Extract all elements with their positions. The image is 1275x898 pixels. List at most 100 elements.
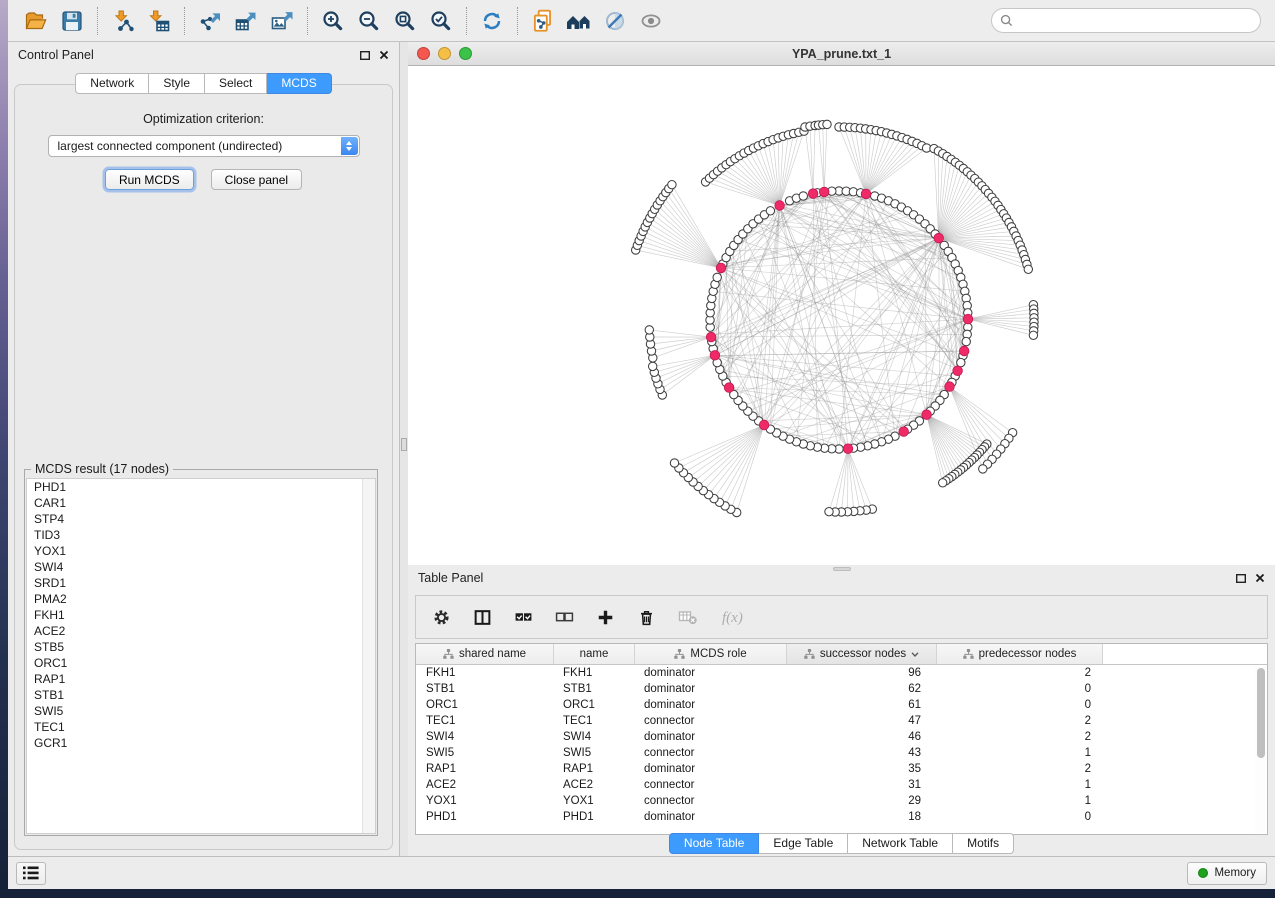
mcds-result-item[interactable]: STB1 — [27, 687, 375, 703]
homes-button[interactable] — [561, 4, 597, 38]
tab-mcds[interactable]: MCDS — [267, 73, 331, 94]
mcds-hub-node[interactable] — [963, 314, 973, 324]
column-header-name[interactable]: name — [554, 644, 635, 664]
table-row[interactable]: SWI5SWI5connector431 — [416, 745, 1267, 761]
function-fx-icon[interactable]: f(x) — [721, 607, 751, 627]
mcds-result-item[interactable]: RAP1 — [27, 671, 375, 687]
mcds-hub-node[interactable] — [710, 351, 720, 361]
network-node[interactable] — [799, 192, 807, 200]
add-icon[interactable] — [596, 608, 615, 627]
tab-node-table[interactable]: Node Table — [669, 833, 760, 854]
network-node[interactable] — [979, 465, 987, 473]
table-row[interactable]: TEC1TEC1connector472 — [416, 713, 1267, 729]
delete-icon[interactable] — [637, 608, 656, 627]
network-node[interactable] — [1024, 265, 1032, 273]
zoom-fit-button[interactable] — [387, 4, 423, 38]
tab-motifs[interactable]: Motifs — [953, 833, 1014, 854]
select-all-icon[interactable] — [514, 608, 533, 627]
task-history-button[interactable] — [16, 862, 46, 885]
show-details-button[interactable] — [633, 4, 669, 38]
network-node[interactable] — [962, 337, 970, 345]
settings-gear-icon[interactable] — [432, 608, 451, 627]
mcds-hub-node[interactable] — [953, 366, 963, 376]
mcds-result-item[interactable]: ACE2 — [27, 623, 375, 639]
network-canvas[interactable] — [408, 66, 1275, 565]
mcds-result-item[interactable]: TEC1 — [27, 719, 375, 735]
close-panel-icon[interactable] — [379, 50, 389, 60]
mcds-hub-node[interactable] — [775, 201, 785, 211]
mcds-result-item[interactable]: SWI4 — [27, 559, 375, 575]
horizontal-splitter-grip[interactable] — [833, 567, 851, 571]
export-network-button[interactable] — [192, 4, 228, 38]
mcds-result-item[interactable]: FKH1 — [27, 607, 375, 623]
tab-edge-table[interactable]: Edge Table — [759, 833, 848, 854]
mcds-result-item[interactable]: PMA2 — [27, 591, 375, 607]
network-node[interactable] — [823, 120, 831, 128]
network-node[interactable] — [670, 459, 678, 467]
zoom-out-button[interactable] — [351, 4, 387, 38]
import-network-button[interactable] — [105, 4, 141, 38]
mcds-hub-node[interactable] — [861, 189, 871, 199]
mcds-result-item[interactable]: TID3 — [27, 527, 375, 543]
columns-icon[interactable] — [473, 608, 492, 627]
export-image-button[interactable] — [264, 4, 300, 38]
import-table-button[interactable] — [141, 4, 177, 38]
memory-button[interactable]: Memory — [1187, 862, 1267, 885]
network-node[interactable] — [957, 358, 965, 366]
zoom-in-button[interactable] — [315, 4, 351, 38]
close-panel-button[interactable]: Close panel — [211, 169, 302, 190]
refresh-button[interactable] — [474, 4, 510, 38]
network-node[interactable] — [766, 207, 774, 215]
table-row[interactable]: ORC1ORC1dominator610 — [416, 697, 1267, 713]
mcds-hub-node[interactable] — [759, 420, 769, 430]
tab-network[interactable]: Network — [75, 73, 149, 94]
column-header-MCDS-role[interactable]: MCDS role — [635, 644, 787, 664]
search-input[interactable] — [1018, 14, 1260, 28]
table-scrollbar[interactable] — [1255, 666, 1266, 833]
mcds-result-item[interactable]: ORC1 — [27, 655, 375, 671]
tab-style[interactable]: Style — [149, 73, 205, 94]
mcds-hub-node[interactable] — [808, 189, 818, 199]
mcds-hub-node[interactable] — [819, 187, 829, 197]
network-node[interactable] — [645, 326, 653, 334]
tab-network-table[interactable]: Network Table — [848, 833, 953, 854]
mcds-hub-node[interactable] — [945, 382, 955, 392]
mcds-result-item[interactable]: SRD1 — [27, 575, 375, 591]
mcds-hub-node[interactable] — [922, 410, 932, 420]
table-row[interactable]: RAP1RAP1dominator352 — [416, 761, 1267, 777]
delete-table-icon[interactable] — [678, 608, 699, 626]
splitter-grip-icon[interactable] — [401, 438, 407, 451]
mcds-result-item[interactable]: YOX1 — [27, 543, 375, 559]
hide-details-button[interactable] — [597, 4, 633, 38]
float-panel-icon[interactable] — [1236, 574, 1246, 583]
mcds-result-item[interactable]: STP4 — [27, 511, 375, 527]
list-scrollbar[interactable] — [362, 479, 375, 833]
column-header-shared-name[interactable]: shared name — [416, 644, 554, 664]
table-row[interactable]: PHD1PHD1dominator180 — [416, 809, 1267, 825]
network-node[interactable] — [668, 181, 676, 189]
table-scrollbar-thumb[interactable] — [1257, 668, 1265, 758]
export-table-button[interactable] — [228, 4, 264, 38]
network-node[interactable] — [1029, 331, 1037, 339]
vertical-splitter[interactable] — [400, 42, 408, 856]
open-file-button[interactable] — [18, 4, 54, 38]
network-graph[interactable] — [408, 66, 1275, 563]
mcds-result-item[interactable]: STB5 — [27, 639, 375, 655]
float-panel-icon[interactable] — [360, 51, 370, 60]
clone-network-button[interactable] — [525, 4, 561, 38]
close-panel-icon[interactable] — [1255, 573, 1265, 583]
table-row[interactable]: ACE2ACE2connector311 — [416, 777, 1267, 793]
table-row[interactable]: STB1STB1dominator620 — [416, 681, 1267, 697]
network-node[interactable] — [649, 362, 657, 370]
network-node[interactable] — [713, 273, 721, 281]
column-header-successor-nodes[interactable]: successor nodes — [787, 644, 937, 664]
mcds-result-item[interactable]: CAR1 — [27, 495, 375, 511]
mcds-hub-node[interactable] — [899, 427, 909, 437]
run-mcds-button[interactable]: Run MCDS — [105, 169, 194, 190]
column-header-predecessor-nodes[interactable]: predecessor nodes — [937, 644, 1103, 664]
table-row[interactable]: FKH1FKH1dominator962 — [416, 665, 1267, 681]
network-window-titlebar[interactable]: YPA_prune.txt_1 — [408, 42, 1275, 66]
tab-select[interactable]: Select — [205, 73, 267, 94]
save-session-button[interactable] — [54, 4, 90, 38]
network-node[interactable] — [939, 479, 947, 487]
